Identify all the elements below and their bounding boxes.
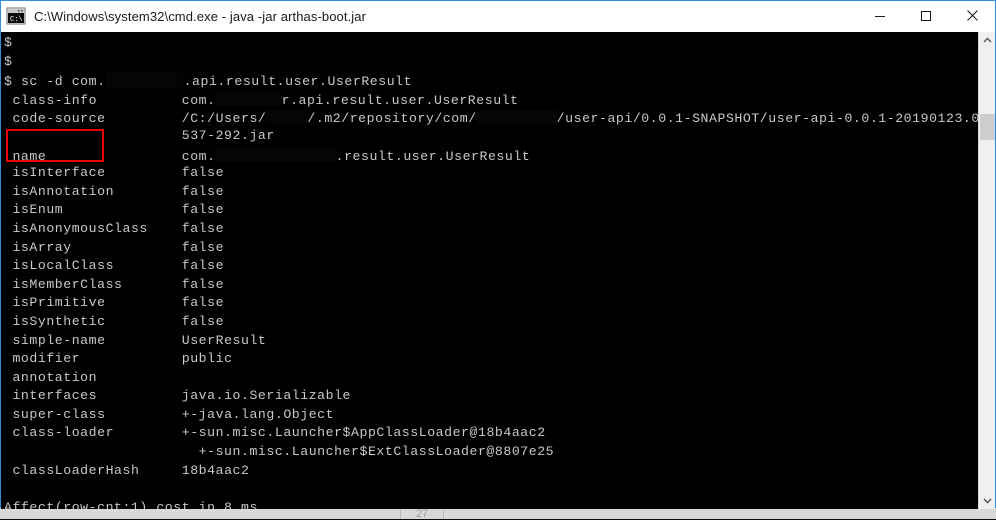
minimize-button[interactable]: [857, 1, 903, 30]
terminal-scrollbar[interactable]: [978, 32, 995, 509]
background-window-tab[interactable]: 27: [400, 508, 444, 520]
terminal-line: $ sc -d com. .api.result.user.UserResult: [4, 71, 964, 90]
terminal-line: super-class +-java.lang.Object: [4, 406, 964, 425]
property-key: name: [4, 148, 182, 164]
scroll-down-arrow-icon[interactable]: [979, 492, 995, 509]
status-line: Affect(row-cnt:1) cost in 8 ms.: [4, 499, 267, 509]
terminal-text-buffer: $ $ $ sc -d com. .api.result.user.UserResul…: [4, 34, 995, 509]
property-key: interfaces: [4, 388, 182, 404]
terminal-line: modifier public: [4, 350, 964, 369]
property-value-continued: +-sun.misc.Launcher$ExtClassLoader@8807e…: [4, 444, 555, 460]
redacted-text: [476, 110, 557, 125]
property-value: /user-api/0.0.1-SNAPSHOT/user-api-0.0.1-…: [556, 111, 995, 127]
property-key: class-info: [4, 92, 182, 108]
redacted-text: [105, 73, 184, 88]
property-key: code-source: [4, 111, 182, 127]
property-value: /.m2/repository/com/: [307, 111, 477, 127]
title-bar[interactable]: C:\ C:\Windows\system32\cmd.exe - java -…: [1, 1, 995, 32]
terminal-line: Affect(row-cnt:1) cost in 8 ms.: [4, 499, 964, 509]
command-text: .api.result.user.UserResult: [183, 74, 413, 90]
terminal-line: class-info com. r.api.result.user.UserRes…: [4, 90, 964, 109]
property-key: super-class: [4, 406, 182, 422]
property-value: +-sun.misc.Launcher$AppClassLoader@18b4a…: [181, 425, 546, 441]
redacted-text: [266, 110, 308, 125]
property-key: annotation: [4, 369, 182, 385]
property-key: isLocalClass: [4, 258, 182, 274]
terminal-line: isEnum false: [4, 201, 964, 220]
terminal-line: +-sun.misc.Launcher$ExtClassLoader@8807e…: [4, 443, 964, 462]
terminal-line: 537-292.jar: [4, 127, 964, 146]
property-key: isAnnotation: [4, 183, 182, 199]
terminal-line: isLocalClass false: [4, 257, 964, 276]
terminal-line: isMemberClass false: [4, 276, 964, 295]
shell-prompt: $: [4, 35, 13, 50]
property-key: isPrimitive: [4, 295, 182, 311]
svg-text:C:\: C:\: [10, 16, 23, 24]
property-key: classLoaderHash: [4, 462, 182, 478]
property-value: false: [181, 258, 225, 274]
command-text: sc -d com.: [20, 74, 106, 90]
property-value: public: [181, 351, 233, 367]
property-value: false: [181, 313, 225, 329]
property-value: false: [181, 202, 225, 218]
window-title: C:\Windows\system32\cmd.exe - java -jar …: [34, 8, 367, 24]
property-value: r.api.result.user.UserResult: [281, 92, 519, 108]
terminal-line: simple-name UserResult: [4, 332, 964, 351]
terminal-line: $: [4, 53, 964, 72]
window-controls: [857, 1, 995, 30]
property-value: false: [181, 183, 225, 199]
terminal-line: [4, 480, 964, 499]
property-value-continued: 537-292.jar: [4, 127, 275, 143]
cmd-console-window: C:\ C:\Windows\system32\cmd.exe - java -…: [0, 0, 996, 509]
terminal-line: interfaces java.io.Serializable: [4, 387, 964, 406]
property-value: false: [181, 276, 225, 292]
property-value: +-java.lang.Object: [181, 406, 335, 422]
terminal-output-area[interactable]: $ $ $ sc -d com. .api.result.user.UserResul…: [1, 32, 995, 509]
terminal-line: $: [4, 34, 964, 53]
background-window-strip: [0, 508, 996, 519]
shell-prompt: $: [4, 53, 13, 69]
terminal-line: code-source /C:/Users/ /.m2/repository/co…: [4, 108, 995, 127]
property-value: false: [181, 239, 225, 255]
property-key: isInterface: [4, 165, 182, 181]
redacted-text: [215, 91, 282, 106]
property-value: UserResult: [181, 332, 267, 348]
property-value: com.: [181, 148, 216, 164]
property-key: isAnonymousClass: [4, 220, 182, 236]
property-value: false: [181, 165, 225, 181]
property-key: isSynthetic: [4, 313, 182, 329]
property-key: modifier: [4, 351, 182, 367]
terminal-line: isAnnotation false: [4, 183, 964, 202]
property-key: class-loader: [4, 425, 182, 441]
property-key: simple-name: [4, 332, 182, 348]
redacted-text: [215, 147, 336, 162]
cmd-console-icon: C:\: [6, 7, 26, 25]
terminal-line: class-loader +-sun.misc.Launcher$AppClas…: [4, 424, 964, 443]
terminal-line: isAnonymousClass false: [4, 220, 964, 239]
terminal-line: isArray false: [4, 239, 964, 258]
terminal-line: isSynthetic false: [4, 313, 964, 332]
terminal-line: isInterface false: [4, 164, 964, 183]
property-value: com.: [181, 92, 216, 108]
scroll-up-arrow-icon[interactable]: [979, 32, 995, 49]
property-value: false: [181, 295, 225, 311]
close-button[interactable]: [949, 1, 995, 30]
property-key: isEnum: [4, 202, 182, 218]
property-value: .result.user.UserResult: [335, 148, 531, 164]
terminal-line: annotation: [4, 369, 964, 388]
shell-prompt: $: [4, 74, 21, 90]
property-value: 18b4aac2: [181, 462, 250, 478]
property-value: /C:/Users/: [181, 111, 267, 127]
property-key: isArray: [4, 239, 182, 255]
maximize-button[interactable]: [903, 1, 949, 30]
property-value: java.io.Serializable: [181, 388, 352, 404]
property-key: isMemberClass: [4, 276, 182, 292]
terminal-line: isPrimitive false: [4, 294, 964, 313]
terminal-line: name com. .result.user.UserResult: [4, 146, 964, 165]
terminal-line: classLoaderHash 18b4aac2: [4, 462, 964, 481]
property-value: false: [181, 220, 225, 236]
scrollbar-thumb[interactable]: [980, 114, 995, 140]
